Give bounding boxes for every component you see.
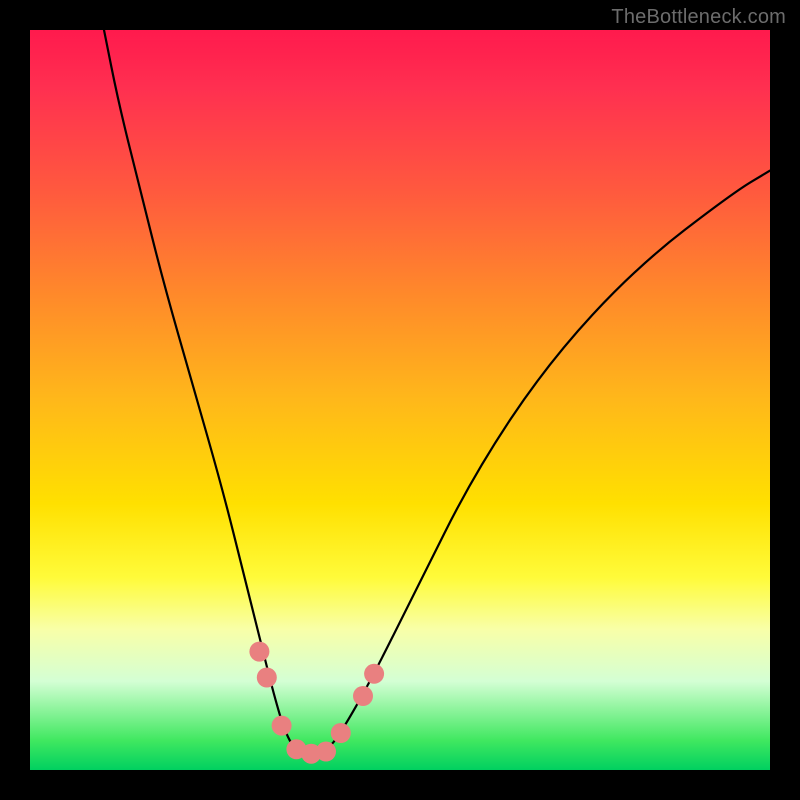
bottleneck-plot [30, 30, 770, 770]
bead-group [249, 642, 384, 764]
plot-svg [30, 30, 770, 770]
watermark-text: TheBottleneck.com [611, 6, 786, 29]
bottleneck-curve [104, 30, 770, 754]
bead-marker [353, 686, 373, 706]
bead-marker [331, 723, 351, 743]
bead-marker [364, 664, 384, 684]
bead-marker [316, 742, 336, 762]
bead-marker [257, 668, 277, 688]
bead-marker [272, 716, 292, 736]
image-frame: TheBottleneck.com [0, 0, 800, 800]
bead-marker [249, 642, 269, 662]
